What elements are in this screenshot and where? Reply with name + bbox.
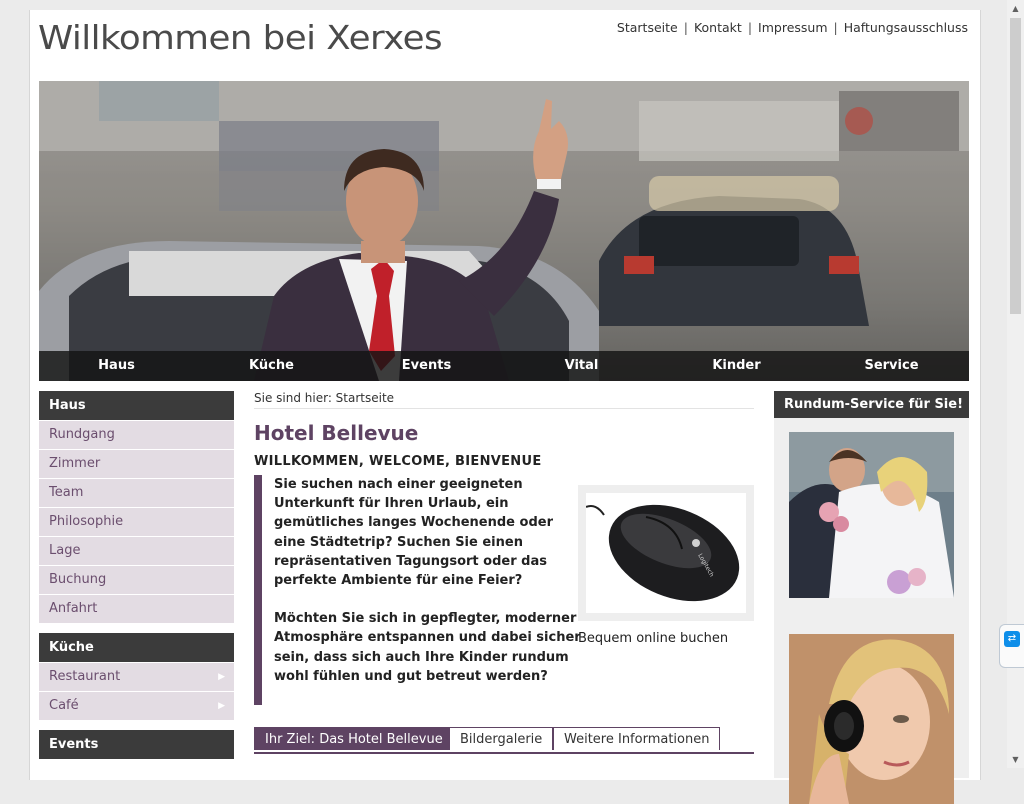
- sidebar-item-label: Anfahrt: [49, 601, 98, 616]
- tab-weitere-informationen[interactable]: Weitere Informationen: [553, 727, 721, 750]
- topnav-startseite[interactable]: Startseite: [617, 20, 678, 35]
- sidebar-item-label: Lage: [49, 543, 81, 558]
- welcome-heading: WILLKOMMEN, WELCOME, BIENVENUE: [254, 454, 542, 469]
- remote-support-icon: ⇄: [1004, 631, 1020, 647]
- mainnav-kueche[interactable]: Küche: [194, 351, 349, 381]
- mainnav-vital[interactable]: Vital: [504, 351, 659, 381]
- topnav-kontakt[interactable]: Kontakt: [694, 20, 742, 35]
- tab-bildergalerie[interactable]: Bildergalerie: [449, 727, 554, 750]
- computer-mouse-icon: Logitech: [585, 504, 740, 602]
- sidebar-heading-kueche[interactable]: Küche: [39, 633, 234, 662]
- sidebar-item-label: Zimmer: [49, 456, 101, 471]
- mainnav-haus[interactable]: Haus: [39, 351, 194, 381]
- scroll-down-icon[interactable]: ▼: [1007, 751, 1024, 768]
- scrollbar-thumb[interactable]: [1010, 18, 1021, 314]
- hero-image: [39, 81, 969, 381]
- topnav-impressum[interactable]: Impressum: [758, 20, 827, 35]
- booking-image-caption[interactable]: Bequem online buchen: [578, 631, 728, 646]
- right-sidebar: Rundum-Service für Sie!: [774, 391, 969, 804]
- content-tabs: Ihr Ziel: Das Hotel Bellevue Bildergaler…: [254, 727, 754, 754]
- booking-image-frame[interactable]: Logitech: [578, 485, 754, 621]
- woman-portrait-photo[interactable]: [789, 634, 954, 804]
- mainnav-events[interactable]: Events: [349, 351, 504, 381]
- scroll-up-icon[interactable]: ▲: [1007, 0, 1024, 17]
- sidebar-item-anfahrt[interactable]: Anfahrt: [39, 594, 234, 623]
- hero-photo-illustration: [39, 81, 969, 381]
- site-title: Willkommen bei Xerxes: [38, 18, 443, 57]
- triangle-right-icon: ▶: [218, 701, 225, 711]
- sidebar-item-label: Philosophie: [49, 514, 124, 529]
- sidebar-group-events: Events: [39, 730, 234, 759]
- intro-quote: Sie suchen nach einer geeigneten Unterku…: [254, 475, 584, 706]
- sidebar-item-lage[interactable]: Lage: [39, 536, 234, 565]
- sidebar-group-haus: Haus Rundgang Zimmer Team Philosophie La…: [39, 391, 234, 623]
- intro-paragraph-1: Sie suchen nach einer geeigneten Unterku…: [274, 477, 553, 589]
- sidebar-item-label: Restaurant: [49, 669, 121, 684]
- sidebar-item-label: Café: [49, 698, 79, 713]
- top-navigation: Startseite | Kontakt | Impressum | Haftungsaus…: [617, 20, 968, 35]
- topnav-separator: |: [683, 20, 688, 35]
- wedding-photo[interactable]: [789, 432, 954, 598]
- topnav-separator: |: [833, 20, 838, 35]
- sidebar-item-team[interactable]: Team: [39, 478, 234, 507]
- rundum-service-heading: Rundum-Service für Sie!: [774, 391, 969, 418]
- floating-support-widget[interactable]: ⇄: [999, 624, 1024, 668]
- mainnav-kinder[interactable]: Kinder: [659, 351, 814, 381]
- left-sidebar: Haus Rundgang Zimmer Team Philosophie La…: [39, 391, 234, 769]
- topnav-haftungsausschluss[interactable]: Haftungsausschluss: [844, 20, 968, 35]
- sidebar-heading-events[interactable]: Events: [39, 730, 234, 759]
- sidebar-item-cafe[interactable]: Café ▶: [39, 691, 234, 720]
- intro-paragraph-2: Möchten Sie sich in gepflegter, moderner…: [274, 611, 581, 684]
- sidebar-item-label: Team: [49, 485, 84, 500]
- sidebar-item-zimmer[interactable]: Zimmer: [39, 449, 234, 478]
- breadcrumb: Sie sind hier: Startseite: [254, 391, 754, 409]
- triangle-right-icon: ▶: [218, 672, 225, 682]
- sidebar-heading-haus[interactable]: Haus: [39, 391, 234, 420]
- topnav-separator: |: [747, 20, 753, 35]
- sidebar-item-label: Rundgang: [49, 427, 115, 442]
- tab-ihr-ziel[interactable]: Ihr Ziel: Das Hotel Bellevue: [254, 727, 454, 750]
- sidebar-item-buchung[interactable]: Buchung: [39, 565, 234, 594]
- main-content: Sie sind hier: Startseite Hotel Bellevue…: [254, 391, 754, 754]
- sidebar-group-kueche: Küche Restaurant ▶ Café ▶: [39, 633, 234, 720]
- page-title: Hotel Bellevue: [254, 421, 419, 445]
- mainnav-service[interactable]: Service: [814, 351, 969, 381]
- photo-panel: [774, 418, 969, 804]
- main-navigation-bar: Haus Küche Events Vital Kinder Service: [39, 351, 969, 381]
- sidebar-item-rundgang[interactable]: Rundgang: [39, 420, 234, 449]
- sidebar-item-label: Buchung: [49, 572, 107, 587]
- computer-mouse-image: Logitech: [585, 493, 746, 613]
- sidebar-item-restaurant[interactable]: Restaurant ▶: [39, 662, 234, 691]
- sidebar-item-philosophie[interactable]: Philosophie: [39, 507, 234, 536]
